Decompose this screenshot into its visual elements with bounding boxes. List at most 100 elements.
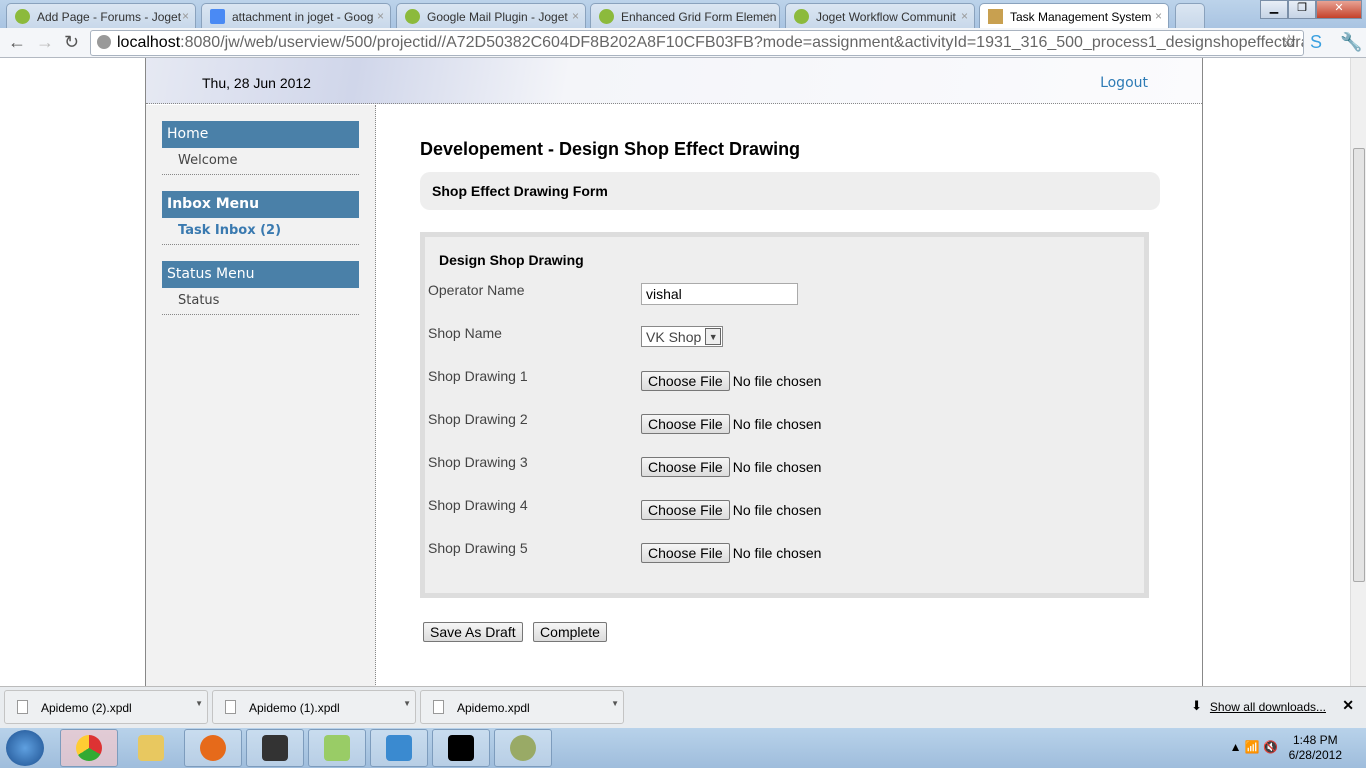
choose-file-button[interactable]: Choose File — [641, 371, 730, 391]
page-header: Thu, 28 Jun 2012 Logout — [146, 58, 1202, 104]
no-file-text: No file chosen — [732, 459, 822, 475]
taskbar-cmd[interactable] — [432, 729, 490, 767]
download-item[interactable]: Apidemo (1).xpdl ▼ — [212, 690, 416, 724]
sidebar-item-status[interactable]: Status — [162, 288, 359, 315]
drawing-label: Shop Drawing 3 — [428, 454, 528, 470]
form-row-operator: Operator Name — [425, 276, 1144, 319]
new-tab-button[interactable] — [1175, 3, 1205, 28]
drawing-label: Shop Drawing 2 — [428, 411, 528, 427]
show-all-downloads-link[interactable]: Show all downloads... — [1210, 700, 1326, 714]
back-icon[interactable]: ← — [8, 32, 26, 53]
maximize-button[interactable]: ❐ — [1288, 0, 1316, 19]
browser-tab[interactable]: Joget Workflow Communit × — [785, 3, 975, 28]
page-title: Developement - Design Shop Effect Drawin… — [420, 139, 801, 159]
close-tab-icon[interactable]: × — [182, 9, 189, 23]
close-window-button[interactable]: ✕ — [1316, 0, 1362, 19]
address-bar[interactable]: localhost:8080/jw/web/userview/500/proje… — [90, 30, 1304, 56]
taskbar-filezilla[interactable] — [246, 729, 304, 767]
chrome-icon — [76, 735, 102, 761]
app-favicon-icon — [988, 9, 1003, 24]
browser-tab[interactable]: attachment in joget - Goog × — [201, 3, 391, 28]
shop-name-select[interactable]: VK Shop ▼ — [641, 326, 724, 347]
choose-file-button[interactable]: Choose File — [641, 414, 730, 434]
form-row-drawing: Shop Drawing 2 Choose File No file chosen — [425, 405, 1144, 448]
file-icon — [433, 700, 444, 714]
drawing-label: Shop Drawing 1 — [428, 368, 528, 384]
close-tab-icon[interactable]: × — [1155, 9, 1162, 23]
browser-tab[interactable]: Add Page - Forums - Joget × — [6, 3, 196, 28]
joget-favicon-icon — [794, 9, 809, 24]
start-button[interactable] — [6, 730, 44, 766]
taskbar-chrome[interactable] — [60, 729, 118, 767]
form-row-drawing: Shop Drawing 3 Choose File No file chosen — [425, 448, 1144, 491]
minimize-button[interactable]: ▁ — [1260, 0, 1288, 19]
operator-name-input[interactable] — [641, 283, 798, 305]
firefox-icon — [200, 735, 226, 761]
skype-icon[interactable]: S — [1310, 32, 1322, 53]
current-date: Thu, 28 Jun 2012 — [202, 75, 311, 91]
complete-button[interactable]: Complete — [533, 622, 607, 642]
wrench-icon[interactable]: 🔧 — [1340, 32, 1362, 53]
joget-favicon-icon — [405, 9, 420, 24]
choose-file-button[interactable]: Choose File — [641, 543, 730, 563]
sidebar-item-task-inbox[interactable]: Task Inbox (2) — [162, 218, 359, 245]
no-file-text: No file chosen — [732, 416, 822, 432]
browser-tab[interactable]: Enhanced Grid Form Elemen × — [590, 3, 780, 28]
file-upload-2: Choose File No file chosen — [641, 414, 821, 434]
dropdown-arrow-icon[interactable]: ▼ — [403, 699, 411, 708]
logout-link[interactable]: Logout — [1100, 75, 1148, 91]
userview-container: Thu, 28 Jun 2012 Logout Home Welcome Inb… — [145, 58, 1203, 686]
sidebar-category-home: Home — [162, 121, 359, 148]
main-content: Developement - Design Shop Effect Drawin… — [420, 105, 1160, 642]
tab-strip: Add Page - Forums - Joget × attachment in… — [0, 0, 1366, 28]
download-item[interactable]: Apidemo (2).xpdl ▼ — [4, 690, 208, 724]
taskbar-app[interactable] — [494, 729, 552, 767]
joget-favicon-icon — [599, 9, 614, 24]
close-downloads-icon[interactable]: ✕ — [1342, 697, 1354, 714]
web-page: Thu, 28 Jun 2012 Logout Home Welcome Inb… — [0, 58, 1350, 686]
app-icon — [510, 735, 536, 761]
download-item[interactable]: Apidemo.xpdl ▼ — [420, 690, 624, 724]
file-upload-3: Choose File No file chosen — [641, 457, 821, 477]
remote-desktop-icon — [386, 735, 412, 761]
filezilla-icon — [262, 735, 288, 761]
forward-icon[interactable]: → — [36, 32, 54, 53]
taskbar-notepadpp[interactable] — [308, 729, 366, 767]
form-row-drawing: Shop Drawing 4 Choose File No file chosen — [425, 491, 1144, 534]
save-as-draft-button[interactable]: Save As Draft — [423, 622, 523, 642]
dropdown-arrow-icon[interactable]: ▼ — [611, 699, 619, 708]
form-row-drawing: Shop Drawing 1 Choose File No file chosen — [425, 362, 1144, 405]
no-file-text: No file chosen — [732, 373, 822, 389]
vertical-scrollbar[interactable] — [1350, 58, 1366, 686]
close-tab-icon[interactable]: × — [572, 9, 579, 23]
notepad-icon — [324, 735, 350, 761]
sidebar-item-welcome[interactable]: Welcome — [162, 148, 359, 175]
download-arrow-icon: ⬇ — [1191, 698, 1202, 713]
system-tray-icons[interactable]: ▲ 📶 🔇 — [1230, 740, 1278, 754]
close-tab-icon[interactable]: × — [766, 9, 773, 23]
close-tab-icon[interactable]: × — [377, 9, 384, 23]
scrollbar-thumb[interactable] — [1353, 148, 1365, 582]
close-tab-icon[interactable]: × — [961, 9, 968, 23]
dropdown-arrow-icon: ▼ — [705, 328, 722, 345]
dropdown-arrow-icon[interactable]: ▼ — [195, 699, 203, 708]
browser-tab[interactable]: Google Mail Plugin - Joget × — [396, 3, 586, 28]
taskbar-firefox[interactable] — [184, 729, 242, 767]
clock[interactable]: 1:48 PM 6/28/2012 — [1289, 733, 1342, 763]
reload-icon[interactable]: ↻ — [64, 32, 79, 53]
no-file-text: No file chosen — [732, 502, 822, 518]
form-title: Shop Effect Drawing Form — [420, 172, 1160, 210]
shop-label: Shop Name — [428, 325, 502, 341]
sidebar: Home Welcome Inbox Menu Task Inbox (2) S… — [146, 105, 376, 686]
taskbar-explorer[interactable] — [122, 729, 180, 767]
sidebar-category-inbox: Inbox Menu — [162, 191, 359, 218]
browser-toolbar: ← → ↻ localhost:8080/jw/web/userview/500… — [0, 28, 1366, 58]
section-title: Design Shop Drawing — [439, 252, 584, 268]
choose-file-button[interactable]: Choose File — [641, 500, 730, 520]
choose-file-button[interactable]: Choose File — [641, 457, 730, 477]
file-upload-4: Choose File No file chosen — [641, 500, 821, 520]
bookmark-star-icon[interactable]: ☆ — [1281, 31, 1297, 52]
taskbar-remote-desktop[interactable] — [370, 729, 428, 767]
browser-tab-active[interactable]: Task Management System × — [979, 3, 1169, 28]
downloads-bar: Apidemo (2).xpdl ▼ Apidemo (1).xpdl ▼ Apid… — [0, 686, 1366, 728]
